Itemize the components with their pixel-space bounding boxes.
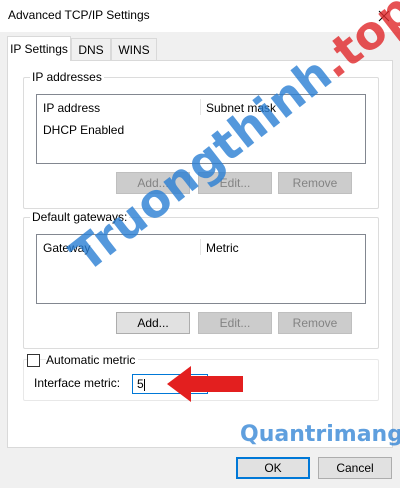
ok-button[interactable]: OK — [236, 457, 310, 479]
button-label: Cancel — [336, 461, 374, 475]
tab-label: WINS — [118, 42, 150, 57]
close-button[interactable] — [368, 0, 400, 32]
tab-wins[interactable]: WINS — [111, 38, 157, 60]
tab-label: IP Settings — [10, 42, 68, 56]
list-item[interactable]: DHCP Enabled — [43, 123, 124, 137]
button-label: OK — [264, 461, 282, 475]
button-label: Edit... — [219, 176, 251, 190]
ip-remove-button[interactable]: Remove — [278, 172, 352, 194]
gateway-remove-button[interactable]: Remove — [278, 312, 352, 334]
gateway-add-button[interactable]: Add... — [116, 312, 190, 334]
column-header-metric[interactable]: Metric — [206, 241, 239, 255]
close-icon — [378, 10, 390, 22]
ip-edit-button[interactable]: Edit... — [198, 172, 272, 194]
column-header-gateway[interactable]: Gateway — [43, 241, 90, 255]
button-label: Remove — [292, 176, 338, 190]
button-label: Add... — [137, 316, 169, 330]
default-gateways-group-label: Default gateways: — [30, 210, 130, 224]
interface-metric-label: Interface metric: — [34, 376, 121, 390]
tab-dns[interactable]: DNS — [71, 38, 111, 60]
tab-ip-settings[interactable]: IP Settings — [7, 36, 71, 61]
ip-addresses-group-label: IP addresses — [30, 70, 104, 84]
tab-label: DNS — [78, 42, 104, 57]
button-label: Edit... — [219, 316, 251, 330]
default-gateways-list[interactable]: Gateway Metric — [36, 234, 366, 304]
column-header-ip-address[interactable]: IP address — [43, 101, 100, 115]
ip-add-button[interactable]: Add... — [116, 172, 190, 194]
interface-metric-value: 5 — [137, 377, 144, 391]
ip-addresses-list[interactable]: IP address Subnet mask DHCP Enabled — [36, 94, 366, 164]
window-title: Advanced TCP/IP Settings — [8, 8, 150, 22]
column-divider[interactable] — [200, 99, 201, 115]
default-gateways-group: Default gateways: Gateway Metric Add... … — [23, 210, 379, 349]
text-cursor — [143, 378, 145, 391]
column-header-subnet-mask[interactable]: Subnet mask — [206, 101, 276, 115]
button-label: Add... — [137, 176, 169, 190]
automatic-metric-label[interactable]: Automatic metric — [46, 353, 139, 367]
title-bar: Advanced TCP/IP Settings — [0, 0, 400, 32]
ip-addresses-group: IP addresses IP address Subnet mask DHCP… — [23, 70, 379, 209]
red-arrow-annotation — [167, 366, 243, 402]
gateway-edit-button[interactable]: Edit... — [198, 312, 272, 334]
button-label: Remove — [292, 316, 338, 330]
cancel-button[interactable]: Cancel — [318, 457, 392, 479]
automatic-metric-checkbox[interactable] — [27, 354, 40, 367]
column-divider[interactable] — [200, 239, 201, 255]
